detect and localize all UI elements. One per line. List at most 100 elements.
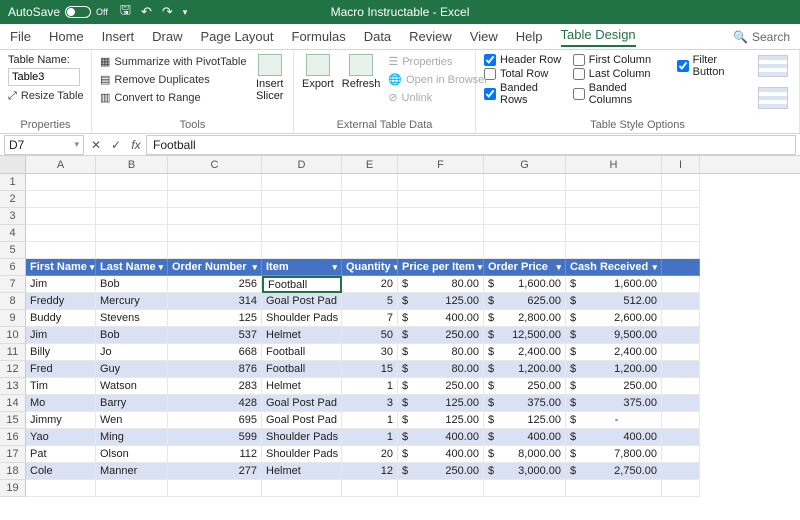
search-box[interactable]: 🔍 Search <box>733 30 790 44</box>
cell[interactable]: $2,400.00 <box>484 344 566 361</box>
cell[interactable] <box>662 293 700 310</box>
col-header-H[interactable]: H <box>566 156 662 173</box>
cell[interactable]: 428 <box>168 395 262 412</box>
cell[interactable] <box>566 191 662 208</box>
cell[interactable]: Billy <box>26 344 96 361</box>
cell[interactable] <box>398 242 484 259</box>
cell[interactable] <box>484 225 566 242</box>
cell[interactable]: Olson <box>96 446 168 463</box>
cell[interactable] <box>662 174 700 191</box>
row-header[interactable]: 3 <box>0 208 26 225</box>
cell[interactable] <box>168 242 262 259</box>
col-header-D[interactable]: D <box>262 156 342 173</box>
cell[interactable]: 283 <box>168 378 262 395</box>
cell[interactable] <box>96 480 168 497</box>
table-style-swatch[interactable] <box>758 55 788 77</box>
cell[interactable] <box>662 446 700 463</box>
cell[interactable]: 537 <box>168 327 262 344</box>
row-header[interactable]: 7 <box>0 276 26 293</box>
opt-banded-cols[interactable]: Banded Columns <box>573 82 669 106</box>
opt-first-col[interactable]: First Column <box>573 54 669 66</box>
cell[interactable]: 50 <box>342 327 398 344</box>
filter-dropdown-icon[interactable]: ▾ <box>553 262 561 273</box>
cell[interactable]: Last Name▾ <box>96 259 168 276</box>
cell[interactable]: $8,000.00 <box>484 446 566 463</box>
row-header[interactable]: 15 <box>0 412 26 429</box>
cell[interactable]: $400.00 <box>398 446 484 463</box>
cell[interactable]: 5 <box>342 293 398 310</box>
table-name-input[interactable] <box>8 68 80 86</box>
cell[interactable]: $- <box>566 412 662 429</box>
cell[interactable]: $250.00 <box>398 378 484 395</box>
row-header[interactable]: 2 <box>0 191 26 208</box>
tab-review[interactable]: Review <box>409 29 452 44</box>
filter-dropdown-icon[interactable]: ▾ <box>391 262 398 273</box>
opt-banded-rows[interactable]: Banded Rows <box>484 82 565 106</box>
cell[interactable]: 876 <box>168 361 262 378</box>
row-header[interactable]: 16 <box>0 429 26 446</box>
cell[interactable]: $7,800.00 <box>566 446 662 463</box>
qat-dropdown-icon[interactable]: ▾ <box>183 7 188 18</box>
cell[interactable] <box>96 174 168 191</box>
opt-filter-button[interactable]: Filter Button <box>677 54 749 78</box>
cell[interactable] <box>662 208 700 225</box>
row-header[interactable]: 1 <box>0 174 26 191</box>
cell[interactable] <box>662 344 700 361</box>
cell[interactable] <box>342 174 398 191</box>
opt-header-row[interactable]: Header Row <box>484 54 565 66</box>
tab-file[interactable]: File <box>10 29 31 44</box>
cell[interactable] <box>662 310 700 327</box>
cell[interactable]: 7 <box>342 310 398 327</box>
cell[interactable] <box>96 225 168 242</box>
tab-draw[interactable]: Draw <box>152 29 182 44</box>
cell[interactable] <box>662 259 700 276</box>
cell[interactable]: Tim <box>26 378 96 395</box>
cell[interactable]: $250.00 <box>398 327 484 344</box>
cell[interactable] <box>342 208 398 225</box>
cell[interactable] <box>662 429 700 446</box>
cell[interactable] <box>662 463 700 480</box>
cell[interactable]: Shoulder Pads <box>262 310 342 327</box>
cell[interactable]: $125.00 <box>398 395 484 412</box>
cell[interactable] <box>168 174 262 191</box>
cell[interactable]: $1,600.00 <box>484 276 566 293</box>
cell[interactable]: 695 <box>168 412 262 429</box>
cell[interactable]: Cole <box>26 463 96 480</box>
row-header[interactable]: 11 <box>0 344 26 361</box>
filter-dropdown-icon[interactable]: ▾ <box>649 262 657 273</box>
tab-view[interactable]: View <box>470 29 498 44</box>
enter-icon[interactable]: ✓ <box>106 138 126 152</box>
cell[interactable]: Goal Post Pad <box>262 293 342 310</box>
cell[interactable] <box>398 208 484 225</box>
row-header[interactable]: 4 <box>0 225 26 242</box>
cell[interactable] <box>26 174 96 191</box>
remove-duplicates-button[interactable]: ▤Remove Duplicates <box>100 72 246 88</box>
name-box[interactable]: D7▾ <box>4 135 84 155</box>
cell[interactable]: $250.00 <box>484 378 566 395</box>
cell[interactable]: 1 <box>342 412 398 429</box>
cell[interactable] <box>96 191 168 208</box>
col-header-C[interactable]: C <box>168 156 262 173</box>
row-header[interactable]: 12 <box>0 361 26 378</box>
cell[interactable]: Goal Post Pad <box>262 395 342 412</box>
row-header[interactable]: 10 <box>0 327 26 344</box>
cell[interactable]: 256 <box>168 276 262 293</box>
row-header[interactable]: 13 <box>0 378 26 395</box>
tab-insert[interactable]: Insert <box>102 29 135 44</box>
cell[interactable]: Jo <box>96 344 168 361</box>
cell[interactable] <box>484 174 566 191</box>
row-header[interactable]: 19 <box>0 480 26 497</box>
cell[interactable]: Buddy <box>26 310 96 327</box>
cell[interactable]: 3 <box>342 395 398 412</box>
autosave-toggle[interactable] <box>65 6 91 18</box>
cell[interactable]: Order Number▾ <box>168 259 262 276</box>
col-header-A[interactable]: A <box>26 156 96 173</box>
cell[interactable] <box>398 480 484 497</box>
cell[interactable]: First Name▾ <box>26 259 96 276</box>
cell[interactable]: 277 <box>168 463 262 480</box>
cell[interactable]: $2,400.00 <box>566 344 662 361</box>
cell[interactable] <box>262 174 342 191</box>
cell[interactable]: Fred <box>26 361 96 378</box>
cell[interactable]: Guy <box>96 361 168 378</box>
cell[interactable]: $512.00 <box>566 293 662 310</box>
